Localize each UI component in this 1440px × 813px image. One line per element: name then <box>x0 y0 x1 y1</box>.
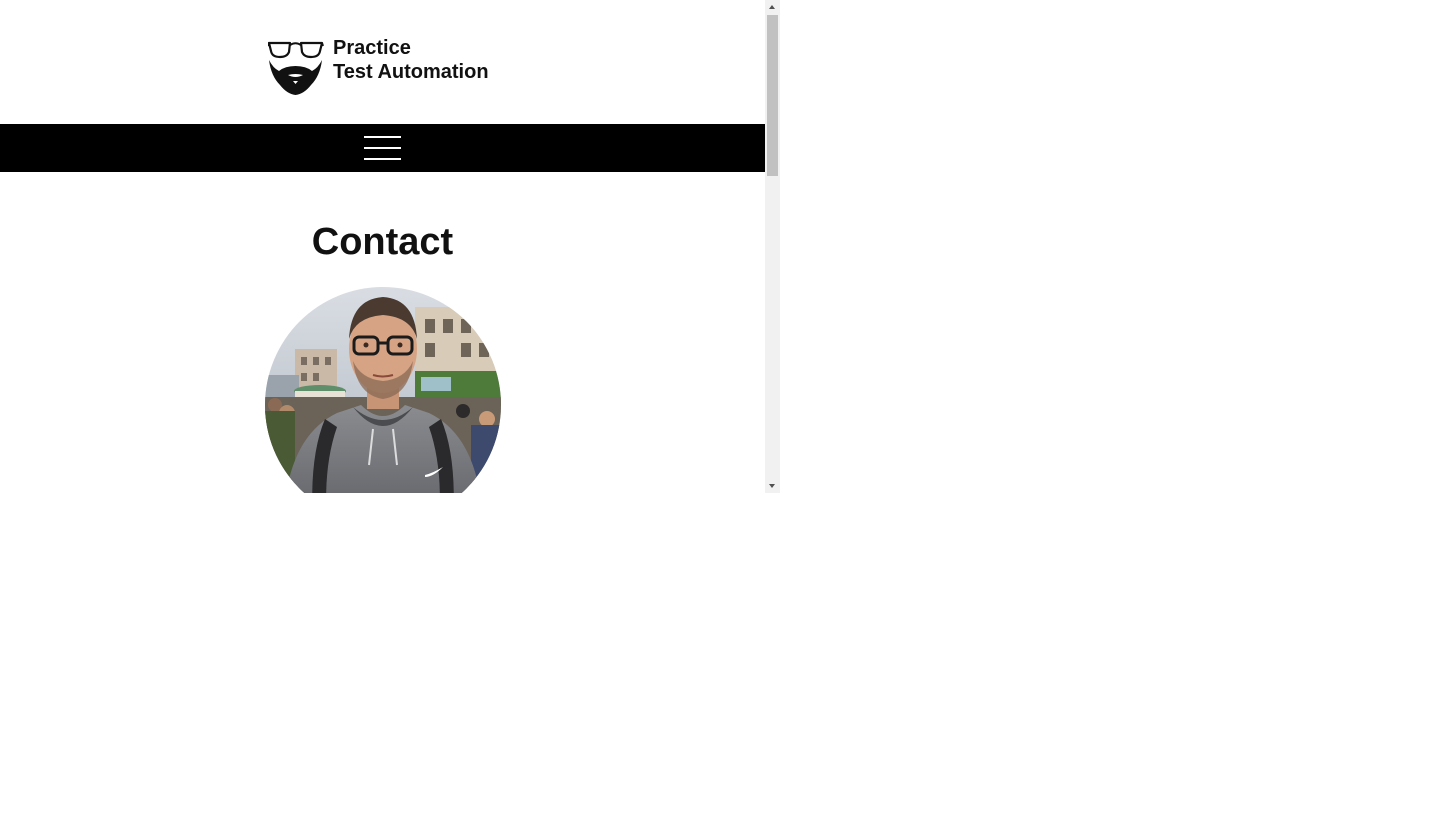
site-logo-link[interactable]: Practice Test Automation <box>268 36 508 96</box>
profile-photo <box>265 287 501 493</box>
browser-viewport: Practice Test Automation Contact <box>0 0 780 493</box>
hamburger-menu-icon-bar <box>364 158 401 160</box>
scrollbar-thumb[interactable] <box>767 15 778 176</box>
arrow-down-icon <box>769 484 775 488</box>
page-title: Contact <box>311 221 454 263</box>
scroll-down-button[interactable] <box>765 478 780 493</box>
hamburger-menu-button[interactable] <box>364 135 402 161</box>
glasses-beard-icon <box>268 41 324 95</box>
site-logo-text: Practice Test Automation <box>333 36 489 84</box>
arrow-up-icon <box>769 5 775 9</box>
page: Practice Test Automation Contact <box>0 0 765 493</box>
main-navigation-bar <box>0 124 765 172</box>
vertical-scrollbar[interactable] <box>765 0 780 493</box>
scroll-up-button[interactable] <box>765 0 780 15</box>
logo-line-practice: Practice <box>333 37 411 59</box>
profile-photo-image <box>265 287 501 493</box>
logo-line-test-automation: Test Automation <box>333 61 489 83</box>
hamburger-menu-icon <box>364 136 401 138</box>
hamburger-menu-icon-bar <box>364 147 401 149</box>
